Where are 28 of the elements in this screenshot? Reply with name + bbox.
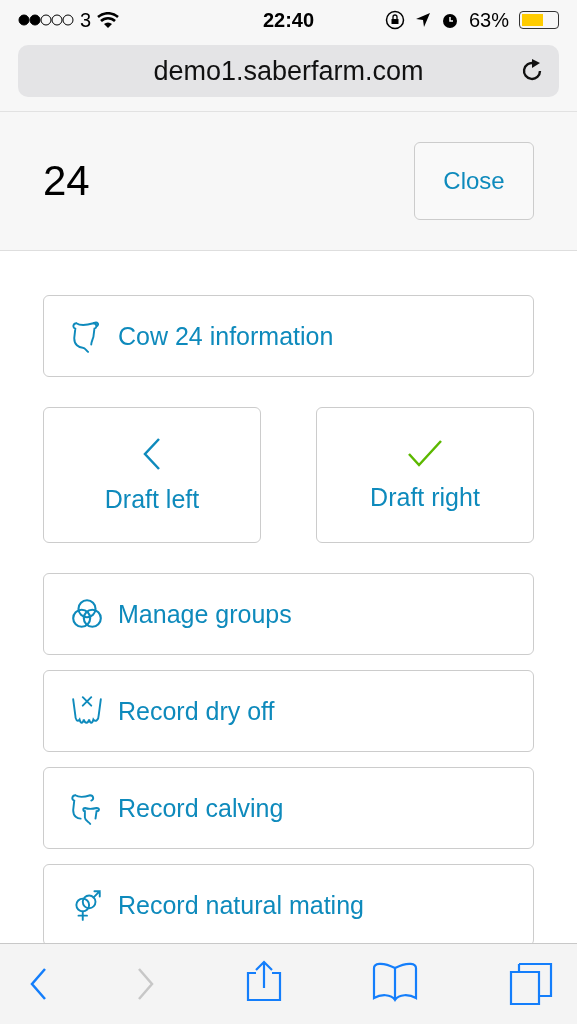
- toolbar-button[interactable]: [507, 960, 555, 1008]
- action-button[interactable]: Record calving: [43, 767, 534, 849]
- action-button[interactable]: Record natural mating: [43, 864, 534, 943]
- tabs-icon: [507, 960, 555, 1008]
- close-button[interactable]: Close: [414, 142, 534, 220]
- toolbar-button[interactable]: [28, 967, 48, 1001]
- signal-icon: [18, 14, 74, 26]
- rotation-lock-icon: [384, 10, 405, 30]
- wifi-icon: [97, 12, 120, 28]
- carrier-label: 3: [80, 8, 92, 32]
- check-icon: [407, 438, 443, 469]
- battery-percent: 63%: [468, 8, 509, 32]
- clock-time: 22:40: [261, 8, 316, 32]
- back-icon: [28, 967, 48, 1001]
- battery-icon: [519, 11, 559, 29]
- action-button[interactable]: Cow 24 information: [43, 295, 534, 377]
- forward-icon: [135, 967, 156, 1001]
- address-bar[interactable]: demo1.saberfarm.com: [18, 45, 559, 97]
- circles-icon: [70, 597, 104, 631]
- action-button[interactable]: Record dry off: [43, 670, 534, 752]
- draft-left-button[interactable]: Draft left: [43, 407, 261, 543]
- url-text: demo1.saberfarm.com: [153, 55, 424, 87]
- location-icon: [414, 12, 431, 28]
- action-button[interactable]: Manage groups: [43, 573, 534, 655]
- alarm-icon: [440, 11, 459, 29]
- page-title: 24: [43, 157, 90, 205]
- draft-right-button[interactable]: Draft right: [316, 407, 534, 543]
- chevron-left-icon: [142, 436, 162, 471]
